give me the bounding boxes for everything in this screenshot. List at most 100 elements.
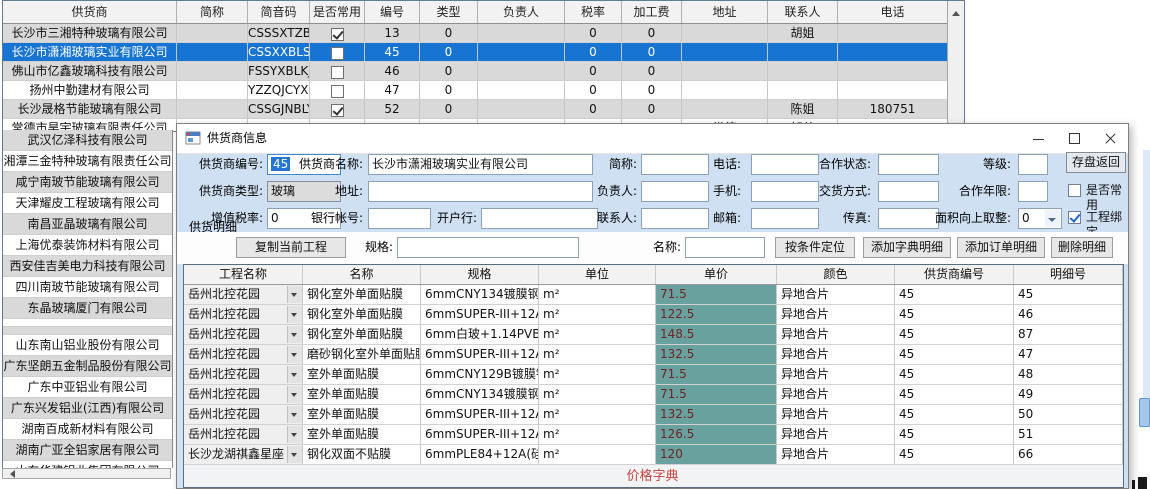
column-header-fee[interactable]: 加工费 xyxy=(622,1,682,23)
detail-column-header-supplier_no[interactable]: 供货商编号 xyxy=(895,265,1014,284)
table-row[interactable]: 扬州中勤建材有限公司YZZQJCYXGS47000 xyxy=(3,81,964,100)
detail-row[interactable]: 岳州北控花园钢化室外单面贴膜6mmSUPER-III+12A(硅...m²122… xyxy=(184,305,1123,325)
address-field[interactable] xyxy=(368,181,593,202)
common-checkbox[interactable] xyxy=(331,47,344,60)
detail-column-header-spec[interactable]: 规格 xyxy=(421,265,539,284)
list-item[interactable]: 东晶玻璃厦门有限公司 xyxy=(3,298,172,319)
list-item[interactable]: 武汉亿泽科技有限公司 xyxy=(3,130,172,151)
locate-by-condition-button[interactable]: 按条件定位 xyxy=(775,237,855,258)
column-header-manager[interactable]: 负责人 xyxy=(478,1,565,23)
detail-cell-project[interactable]: 岳州北控花园 xyxy=(184,325,303,344)
table-row[interactable]: 长沙晟格节能玻璃有限公司CSSGJNBLYXGS52000陈姐180751 xyxy=(3,100,964,119)
combo-dropdown-icon[interactable] xyxy=(287,406,302,423)
add-dictionary-detail-button[interactable]: 添加字典明细 xyxy=(863,237,951,258)
background-scrollbar-thumb[interactable] xyxy=(1139,398,1150,427)
common-checkbox[interactable] xyxy=(331,85,344,98)
detail-column-header-unit[interactable]: 单位 xyxy=(539,265,656,284)
project-bind-checkbox[interactable] xyxy=(1068,211,1081,224)
list-item[interactable]: 四川南玻节能玻璃有限公司 xyxy=(3,277,172,298)
grade-field[interactable] xyxy=(1018,154,1048,175)
scroll-left-icon[interactable] xyxy=(6,470,15,478)
detail-row[interactable]: 岳州北控花园室外单面贴膜6mmSUPER-III+12A(硅...m²126.5… xyxy=(184,425,1123,445)
add-order-detail-button[interactable]: 添加订单明细 xyxy=(957,237,1045,258)
coop-status-field[interactable] xyxy=(878,154,939,175)
detail-row[interactable]: 岳州北控花园室外单面贴膜6mmSUPER-III+12A(硅...m²132.5… xyxy=(184,405,1123,425)
list-item[interactable]: 湖南百成新材料有限公司 xyxy=(3,419,172,440)
list-item[interactable]: 广东坚朗五金制品股份有限公司 xyxy=(3,356,172,377)
column-header-contact[interactable]: 联系人 xyxy=(768,1,838,23)
list-horizontal-scrollbar[interactable] xyxy=(2,468,171,479)
column-header-phone[interactable]: 电话 xyxy=(838,1,948,23)
detail-column-header-project[interactable]: 工程名称 xyxy=(184,265,303,284)
detail-cell-project[interactable]: 岳州北控花园 xyxy=(184,305,303,324)
name-filter-input[interactable] xyxy=(685,237,765,258)
column-header-no[interactable]: 编号 xyxy=(365,1,420,23)
save-return-button[interactable]: 存盘返回 xyxy=(1066,152,1126,173)
list-item-empty[interactable] xyxy=(3,319,172,327)
detail-column-header-color[interactable]: 颜色 xyxy=(777,265,895,284)
list-item[interactable]: 天津耀皮工程玻璃有限公司 xyxy=(3,193,172,214)
list-item[interactable]: 咸宁南玻节能玻璃有限公司 xyxy=(3,172,172,193)
spec-filter-input[interactable] xyxy=(397,237,579,258)
combo-dropdown-icon[interactable] xyxy=(1045,210,1060,227)
detail-cell-project[interactable]: 岳州北控花园 xyxy=(184,405,303,424)
detail-cell-project[interactable]: 岳州北控花园 xyxy=(184,425,303,444)
detail-row[interactable]: 岳州北控花园钢化室外单面贴膜6mm白玻+1.14PVB+6mm...m²148.… xyxy=(184,325,1123,345)
supplier-name-field[interactable]: 长沙市潇湘玻璃实业有限公司 xyxy=(368,154,593,175)
scroll-up-icon[interactable] xyxy=(952,7,960,16)
maximize-button[interactable] xyxy=(1056,124,1092,153)
detail-column-header-name[interactable]: 名称 xyxy=(303,265,421,284)
table-vertical-scrollbar[interactable] xyxy=(947,1,964,131)
table-row[interactable]: 长沙市潇湘玻璃实业有限公司CSSXXBLSY..45000 xyxy=(3,43,964,62)
detail-column-header-price[interactable]: 单价 xyxy=(656,265,777,284)
table-row[interactable]: 佛山市亿鑫玻璃科技有限公司FSSYXBLKJ..46000 xyxy=(3,62,964,81)
detail-row[interactable]: 岳州北控花园室外单面贴膜6mmCNY134镀膜钢化m²71.5异地合片4549 xyxy=(184,385,1123,405)
column-header-type[interactable]: 类型 xyxy=(420,1,478,23)
common-checkbox[interactable] xyxy=(331,28,344,41)
combo-dropdown-icon[interactable] xyxy=(287,286,302,303)
minimize-button[interactable] xyxy=(1020,124,1056,153)
area-round-up-combo[interactable]: 0 xyxy=(1018,208,1062,229)
list-item[interactable]: 山东南山铝业股份有限公司 xyxy=(3,335,172,356)
list-item[interactable]: 湘潭三金特种玻璃有限责任公司 xyxy=(3,151,172,172)
detail-row[interactable]: 岳州北控花园磨砂钢化室外单面贴膜6mmSUPER-III+12A(硅...m²1… xyxy=(184,345,1123,365)
detail-cell-project[interactable]: 长沙龙湖祺鑫星座 xyxy=(184,445,303,464)
table-row[interactable]: 长沙市三湘特种玻璃有限公司CSSSXTZBL..13000胡姐 xyxy=(3,24,964,43)
delete-detail-button[interactable]: 删除明细 xyxy=(1051,237,1113,258)
combo-dropdown-icon[interactable] xyxy=(287,346,302,363)
list-item[interactable]: 广东中亚铝业有限公司 xyxy=(3,377,172,398)
common-checkbox[interactable] xyxy=(331,66,344,79)
combo-dropdown-icon[interactable] xyxy=(287,426,302,443)
detail-cell-project[interactable]: 岳州北控花园 xyxy=(184,285,303,304)
close-button[interactable] xyxy=(1092,124,1128,153)
column-header-addr[interactable]: 地址 xyxy=(682,1,768,23)
list-item[interactable]: 南昌亚晶玻璃有限公司 xyxy=(3,214,172,235)
list-item[interactable]: 广东兴发铝业(江西)有限公司 xyxy=(3,398,172,419)
column-header-abbr[interactable]: 简称 xyxy=(177,1,248,23)
detail-row[interactable]: 长沙龙湖祺鑫星座钢化双面不贴膜6mmPLE84+12A(硅酮胶...m²120异… xyxy=(184,445,1123,465)
often-used-checkbox[interactable] xyxy=(1068,184,1081,197)
combo-dropdown-icon[interactable] xyxy=(287,326,302,343)
column-header-code[interactable]: 简音码 xyxy=(248,1,310,23)
list-item[interactable]: 山东华建铝业集团有限公司 xyxy=(3,461,172,468)
list-item[interactable]: 上海优泰装饰材料有限公司 xyxy=(3,235,172,256)
copy-current-project-button[interactable]: 复制当前工程 xyxy=(236,237,346,258)
common-checkbox[interactable] xyxy=(331,104,344,117)
combo-dropdown-icon[interactable] xyxy=(287,386,302,403)
combo-dropdown-icon[interactable] xyxy=(287,366,302,383)
coop-years-field[interactable] xyxy=(1018,181,1048,202)
detail-cell-project[interactable]: 岳州北控花园 xyxy=(184,385,303,404)
detail-row[interactable]: 岳州北控花园室外单面贴膜6mmCNY129B镀膜钢化m²71.5异地合片4548 xyxy=(184,365,1123,385)
background-scrollbar-track[interactable] xyxy=(1143,150,1150,402)
column-header-common[interactable]: 是否常用 xyxy=(310,1,365,23)
list-item[interactable]: 西安佳吉美电力科技有限公司 xyxy=(3,256,172,277)
detail-row[interactable]: 岳州北控花园钢化室外单面贴膜6mmCNY134镀膜钢化m²71.5异地合片454… xyxy=(184,285,1123,305)
list-item[interactable]: 湖南广亚全铝家居有限公司 xyxy=(3,440,172,461)
column-header-supplier[interactable]: 供货商 xyxy=(3,1,177,23)
combo-dropdown-icon[interactable] xyxy=(287,306,302,323)
combo-dropdown-icon[interactable] xyxy=(287,446,302,463)
detail-column-header-detail_no[interactable]: 明细号 xyxy=(1014,265,1123,284)
dialog-titlebar[interactable]: 供货商信息 xyxy=(177,124,1128,154)
column-header-tax[interactable]: 税率 xyxy=(565,1,622,23)
list-item-empty[interactable] xyxy=(3,327,172,335)
